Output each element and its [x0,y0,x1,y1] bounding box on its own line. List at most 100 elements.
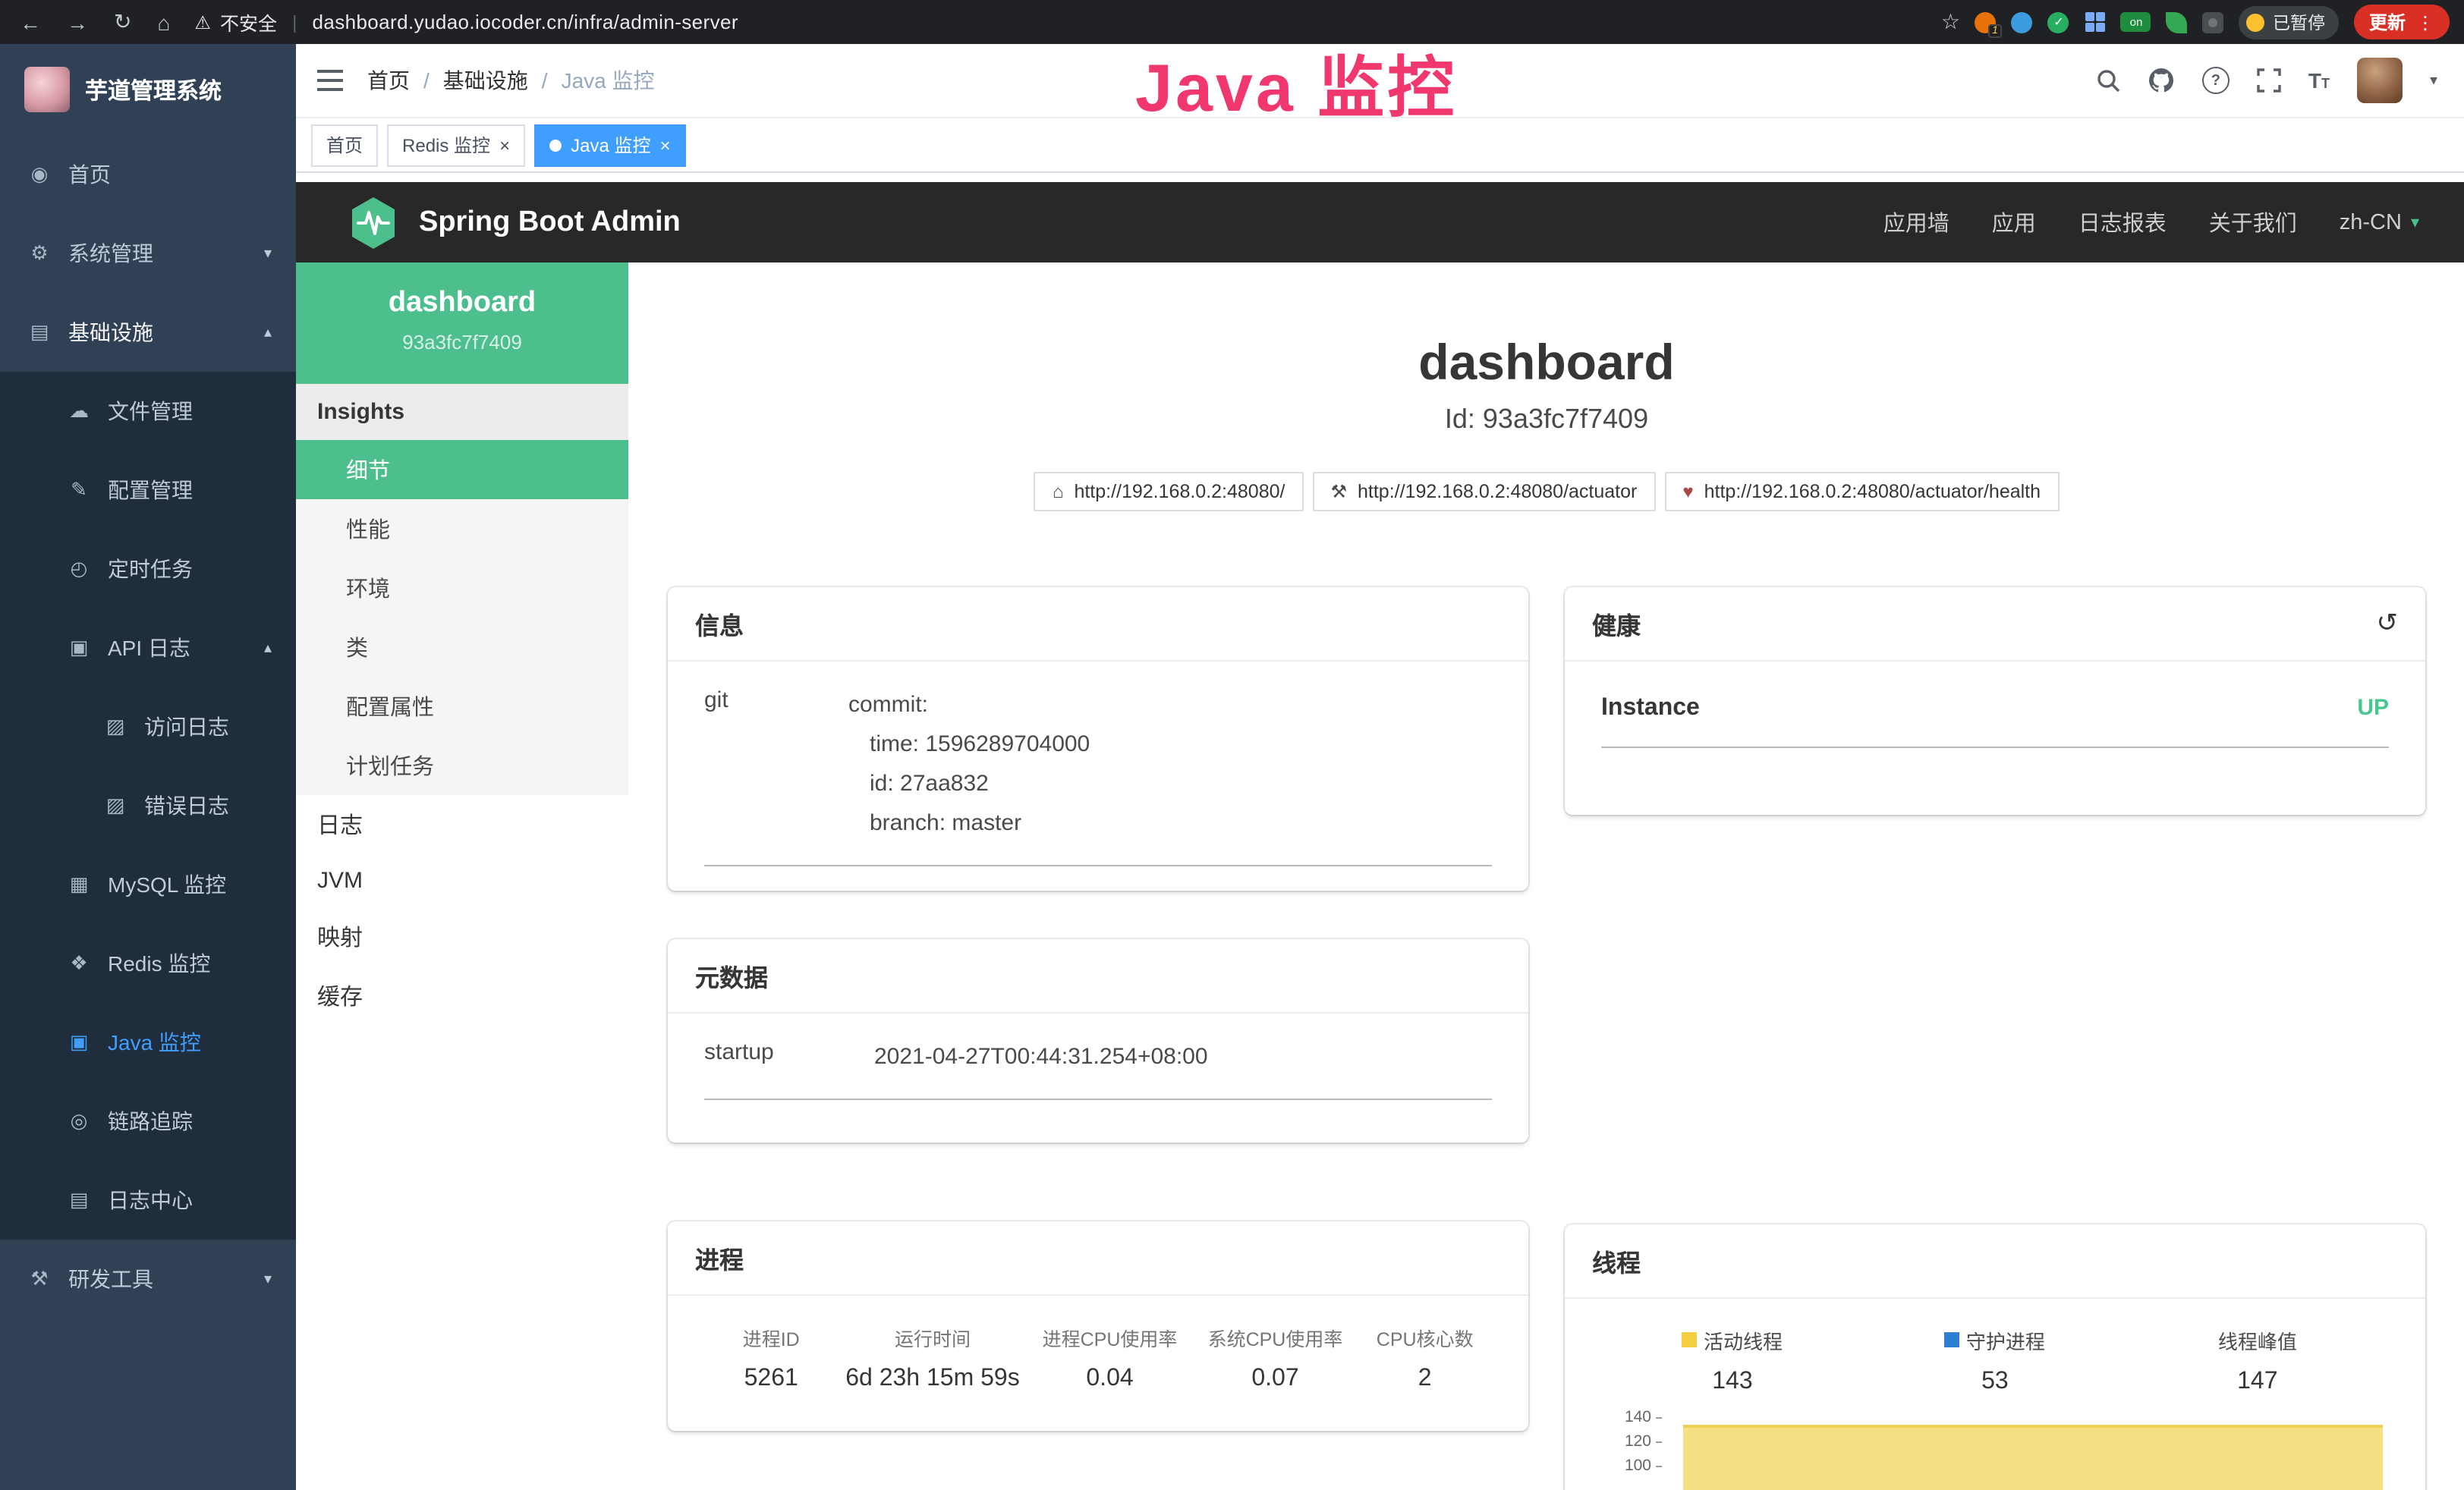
instance-header[interactable]: dashboard 93a3fc7f7409 [296,262,628,384]
github-icon[interactable] [2148,67,2175,94]
sba-sidebar-item-environment[interactable]: 环境 [296,558,628,618]
tab-java-monitor[interactable]: Java 监控 × [534,124,685,166]
process-id-value: 5261 [704,1366,838,1393]
infrastructure-icon: ▤ [27,320,52,344]
row-label: git [704,686,848,844]
grid-extension-icon[interactable] [2085,11,2106,33]
fox-extension-icon[interactable]: 1 [1975,11,1997,33]
paused-extension-pill[interactable]: 已暂停 [2239,5,2339,39]
sba-nav-applications[interactable]: 应用 [1992,206,2036,238]
health-card: 健康 ↺ Instance UP [1565,587,2425,815]
sidebar-item-redis-monitor[interactable]: ❖ Redis 监控 [0,924,296,1003]
sidebar-item-dev-tools[interactable]: ⚒ 研发工具 ▾ [0,1240,296,1319]
breadcrumb-current: Java 监控 [562,65,655,96]
actuator-url-link[interactable]: ⚒ http://192.168.0.2:48080/actuator [1312,472,1655,511]
sba-sidebar-item-scheduled-tasks[interactable]: 计划任务 [296,736,628,795]
health-url-link[interactable]: ♥ http://192.168.0.2:48080/actuator/heal… [1664,472,2059,511]
sba-nav-journal[interactable]: 日志报表 [2079,206,2167,238]
update-button[interactable]: 更新 ⋮ [2354,5,2450,39]
system-cpu-value: 0.07 [1193,1366,1358,1393]
font-size-icon[interactable]: TT [2308,68,2330,93]
sba-nav-wallboard[interactable]: 应用墙 [1883,206,1949,238]
app-logo-row[interactable]: 芋道管理系统 [0,44,296,135]
tab-label: Redis 监控 [402,132,490,158]
on-toggle-extension-icon[interactable]: on [2121,12,2151,32]
breadcrumb-infrastructure[interactable]: 基础设施 [443,65,528,96]
leaf-extension-icon[interactable] [2167,11,2188,33]
forward-icon[interactable]: → [67,10,88,34]
bookmark-star-icon[interactable]: ☆ [1941,9,1960,35]
sidebar-item-label: 日志中心 [108,1185,193,1215]
sba-sidebar-item-mappings[interactable]: 映射 [296,907,628,967]
sidebar-item-system-management[interactable]: ⚙ 系统管理 ▾ [0,214,296,293]
column-header: 进程ID [704,1323,838,1352]
table-row: startup 2021-04-27T00:44:31.254+08:00 [704,1038,1492,1100]
sba-main: dashboard Id: 93a3fc7f7409 ⌂ http://192.… [628,262,2464,1490]
sidebar-item-home[interactable]: ◉ 首页 [0,135,296,214]
warning-icon: ⚠ [194,11,211,33]
browser-home-icon[interactable]: ⌂ [157,10,170,34]
tab-home[interactable]: 首页 [311,124,378,166]
close-icon[interactable]: × [659,136,670,154]
help-icon[interactable]: ? [2202,67,2230,94]
chevron-up-icon: ▴ [264,324,272,341]
breadcrumb-home[interactable]: 首页 [367,65,410,96]
back-icon[interactable]: ← [20,10,41,34]
sidebar-item-link-tracing[interactable]: ◎ 链路追踪 [0,1082,296,1161]
sidebar-item-log-center[interactable]: ▤ 日志中心 [0,1161,296,1240]
uptime-value: 6d 23h 15m 59s [838,1366,1027,1393]
sidebar-item-java-monitor[interactable]: ▣ Java 监控 [0,1003,296,1082]
update-label: 更新 [2369,9,2406,35]
locale-selector[interactable]: zh-CN ▾ [2340,210,2419,234]
process-table: 进程ID5261 运行时间6d 23h 15m 59s 进程CPU使用率0.04… [704,1320,1492,1393]
chevron-down-icon[interactable]: ▾ [2430,72,2437,89]
close-icon[interactable]: × [499,136,510,154]
link-label: http://192.168.0.2:48080/actuator [1358,481,1637,502]
history-icon[interactable]: ↺ [2377,608,2399,639]
sidebar-item-scheduled-tasks[interactable]: ◴ 定时任务 [0,530,296,608]
puzzle-extension-icon[interactable] [2203,11,2224,33]
log-file-icon: ▨ [103,715,127,739]
paused-label: 已暂停 [2273,10,2325,34]
sba-brand[interactable]: Spring Boot Admin [348,195,681,250]
heart-icon: ♥ [1682,481,1693,502]
reload-icon[interactable]: ↻ [114,9,131,35]
sidebar-item-mysql-monitor[interactable]: ▦ MySQL 监控 [0,845,296,924]
sidebar-item-file-management[interactable]: ☁ 文件管理 [0,372,296,451]
hamburger-icon[interactable] [317,70,343,91]
home-icon: ⌂ [1053,481,1064,502]
card-title: 元数据 [695,957,768,994]
sba-sidebar-item-logs[interactable]: 日志 [296,795,628,854]
sba-sidebar-item-jvm[interactable]: JVM [296,854,628,907]
column-header: CPU核心数 [1358,1323,1491,1352]
sba-sidebar-item-classes[interactable]: 类 [296,618,628,677]
sidebar-item-api-logs[interactable]: ▣ API 日志 ▴ [0,608,296,687]
sba-brand-title: Spring Boot Admin [419,206,681,239]
sidebar-item-config-management[interactable]: ✎ 配置管理 [0,451,296,530]
security-label[interactable]: 不安全 [220,8,277,36]
sidebar-item-label: 系统管理 [68,238,153,269]
cloud-icon: ☁ [67,399,91,423]
sba-sidebar-item-caches[interactable]: 缓存 [296,967,628,1026]
sidebar-item-label: 研发工具 [68,1264,153,1294]
fullscreen-icon[interactable] [2257,68,2281,93]
sidebar-item-error-logs[interactable]: ▨ 错误日志 [0,766,296,845]
sba-sidebar-item-config-props[interactable]: 配置属性 [296,677,628,736]
link-label: http://192.168.0.2:48080/actuator/health [1704,481,2041,502]
drop-extension-icon[interactable] [2012,11,2033,33]
browser-menu-icon[interactable]: ⋮ [2416,11,2434,33]
sidebar-item-access-logs[interactable]: ▨ 访问日志 [0,687,296,766]
search-icon[interactable] [2096,68,2120,93]
startup-value: 2021-04-27T00:44:31.254+08:00 [874,1038,1208,1077]
sba-nav-about[interactable]: 关于我们 [2209,206,2297,238]
sidebar-item-label: 首页 [68,159,111,190]
sba-sidebar-item-details[interactable]: 细节 [296,440,628,499]
service-url-link[interactable]: ⌂ http://192.168.0.2:48080/ [1034,472,1304,511]
check-extension-icon[interactable]: ✓ [2048,11,2069,33]
url-bar[interactable]: dashboard.yudao.iocoder.cn/infra/admin-s… [312,11,738,33]
breadcrumb-separator: / [423,68,430,93]
tab-redis-monitor[interactable]: Redis 监控 × [387,124,525,166]
sidebar-item-infrastructure[interactable]: ▤ 基础设施 ▴ [0,293,296,372]
sba-sidebar-item-performance[interactable]: 性能 [296,499,628,558]
avatar[interactable] [2357,58,2403,103]
